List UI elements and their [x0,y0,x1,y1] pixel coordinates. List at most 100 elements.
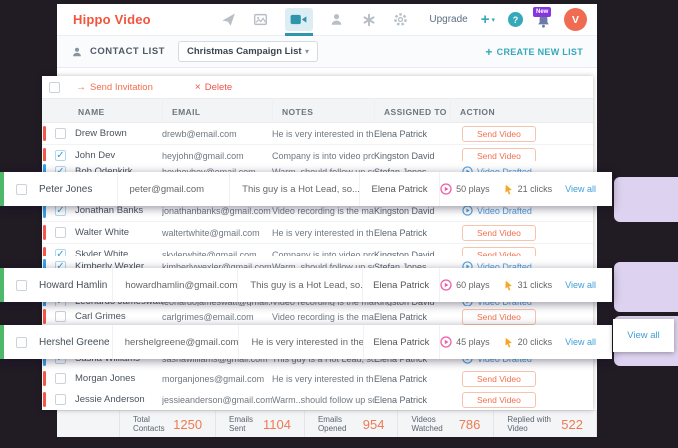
row-checkbox[interactable] [55,394,66,405]
play-circle-icon [462,205,473,216]
table-row[interactable]: Drew Brown drewb@email.com He is very in… [42,123,593,145]
stat-item: Replied with Video522 [494,411,597,437]
table-row[interactable]: Walter White waltertwhite@gmail.com He i… [42,222,593,244]
engagement-metrics: 45 plays 20 clicks View all [439,325,612,359]
contact-name: Peter Jones [39,184,92,195]
view-all-link[interactable]: View all [565,280,596,290]
column-header-assigned-to: ASSIGNED TO [384,107,447,117]
send-video-button[interactable]: Send Video [462,225,536,241]
table-row[interactable]: Morgan Jones morganjones@gmail.com He is… [42,368,593,390]
assigned-to: Elena Patrick [374,306,450,327]
row-checkbox[interactable] [55,311,66,322]
stat-value: 1250 [173,417,202,432]
hippo-video-logo[interactable]: Hippo Video [73,12,151,27]
plus-icon: + [481,13,490,26]
clicks-metric: 20 clicks [503,337,553,348]
view-all-link[interactable]: View all [565,337,596,347]
row-checkbox[interactable]: ✓ [55,150,66,161]
contacts-icon-small [71,46,83,58]
action-cell: Send Video [450,222,593,243]
contact-email: jessieanderson@gmail.com [162,389,272,410]
contact-name: Howard Hamlin [39,280,107,291]
name-cell: Peter Jones [4,172,117,206]
contact-list-label: CONTACT LIST [90,46,165,57]
stat-value: 954 [363,417,385,432]
main-nav [221,8,409,31]
user-avatar[interactable]: V [564,8,587,31]
engagement-metrics: 50 plays 21 clicks View all [439,172,612,206]
assigned-to: Elena Patrick [374,368,450,389]
media-icon[interactable] [253,12,269,28]
clicks-metric: 31 clicks [503,280,553,291]
send-video-button[interactable]: Send Video [462,126,536,142]
click-cursor-icon [503,280,514,291]
upgrade-link[interactable]: Upgrade [429,14,467,25]
view-all-card[interactable]: View all [613,319,674,352]
header-right-group: Upgrade +▾ ? New V [429,8,587,31]
contact-email: peter@gmail.com [117,172,230,206]
name-cell: Drew Brown [42,123,162,144]
contact-name: Hershel Greene [39,337,110,348]
view-all-link[interactable]: View all [627,330,660,341]
video-camera-icon[interactable] [285,8,313,31]
view-all-link[interactable]: View all [565,184,596,194]
create-new-list-button[interactable]: + CREATE NEW LIST [485,47,583,57]
integrations-icon[interactable] [361,12,377,28]
plays-metric: 45 plays [440,336,490,348]
select-all-checkbox[interactable] [49,82,60,93]
settings-gear-icon[interactable] [393,12,409,28]
contact-notes: He is very interested in the prod... [238,325,362,359]
row-status-bar [43,371,46,386]
contact-name: Jessie Anderson [75,394,145,405]
new-badge: New [533,7,551,17]
send-video-button[interactable]: Send Video [462,392,536,408]
list-selector-dropdown[interactable]: Christmas Campaign List ▾ [178,41,318,62]
assigned-to: Elena Patrick [374,222,450,243]
stat-label: Replied with Video [507,415,554,433]
row-checkbox[interactable] [55,227,66,238]
action-cell: Send Video [450,306,593,327]
contact-name: Carl Grimes [75,311,126,322]
send-icon[interactable] [221,12,237,28]
delete-button[interactable]: ×Delete [195,82,232,93]
send-invitation-button[interactable]: →Send Invitation [76,82,153,93]
notifications-bell[interactable]: New [536,13,551,29]
send-video-button[interactable]: Send Video [462,309,536,325]
click-cursor-icon [503,337,514,348]
name-cell: Jessie Anderson [42,389,162,410]
contact-name: Walter White [75,227,129,238]
row-status-bar [43,309,46,324]
row-checkbox[interactable] [55,373,66,384]
assigned-to: Elena Patrick [374,389,450,410]
name-cell: Carl Grimes [42,306,162,327]
stat-item: Videos Watched786 [398,411,494,437]
add-new-button[interactable]: +▾ [481,13,495,26]
row-status-bar [43,392,46,407]
table-row[interactable]: Jessie Anderson jessieanderson@gmail.com… [42,389,593,410]
highlighted-contact-row[interactable]: Hershel Greene hershelgreene@gmail.com H… [0,325,612,359]
top-navigation-bar: Hippo Video [57,4,597,36]
arrow-right-icon: → [76,82,86,93]
highlighted-contact-row[interactable]: Howard Hamlin howardhamlin@gmail.com Thi… [0,268,612,302]
action-cell: Send Video [450,389,593,410]
action-cell: Send Video [450,123,593,144]
row-checkbox[interactable]: ✓ [55,205,66,216]
stat-item: Emails Opened954 [305,411,398,437]
row-checkbox[interactable] [16,184,27,195]
contacts-icon[interactable] [329,12,345,28]
highlighted-contact-row[interactable]: Peter Jones peter@gmail.com This guy is … [0,172,612,206]
play-circle-icon [440,183,452,195]
send-video-button[interactable]: Send Video [462,371,536,387]
table-header: NAME EMAIL NOTES ASSIGNED TO ACTION [42,98,593,123]
row-checkbox[interactable] [55,128,66,139]
plus-icon: + [485,47,492,57]
row-checkbox[interactable] [16,337,27,348]
name-cell: Walter White [42,222,162,243]
help-button[interactable]: ? [508,12,523,27]
row-checkbox[interactable] [16,280,27,291]
assigned-to: Elena Patrick [359,172,439,206]
play-circle-icon [440,336,452,348]
contact-email: waltertwhite@gmail.com [162,222,272,243]
contact-email: drewb@email.com [162,123,272,144]
stat-value: 1104 [263,417,291,432]
